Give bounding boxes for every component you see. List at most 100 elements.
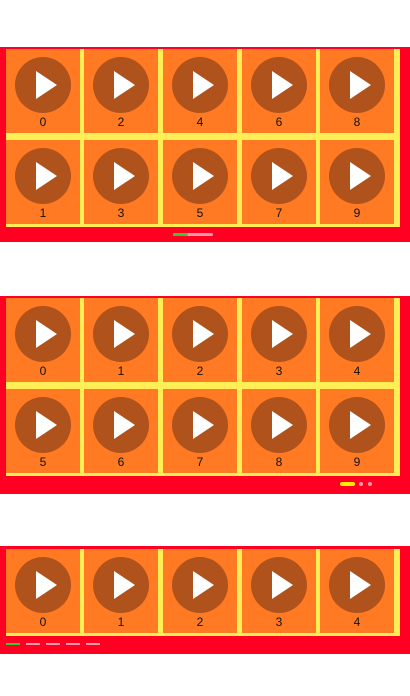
tile[interactable]: 6 [242,49,316,133]
tile[interactable]: 4 [163,49,237,133]
tile[interactable]: 1 [84,549,158,633]
carousel-1[interactable]: 0 2 4 6 8 1 3 5 7 9 [0,47,410,242]
play-icon [36,71,57,99]
tile[interactable]: 8 [242,389,316,473]
carousel-2[interactable]: 0 1 2 3 4 5 6 7 8 9 [0,296,410,494]
play-icon [272,162,293,190]
play-button[interactable] [172,397,228,453]
tile[interactable]: 9 [320,389,394,473]
carousel-3[interactable]: 0 1 2 3 4 [0,546,410,654]
tile[interactable]: 9 [320,140,394,224]
tile[interactable]: 3 [242,298,316,382]
play-icon [272,571,293,599]
tile[interactable]: 2 [84,49,158,133]
tile[interactable]: 0 [6,549,80,633]
tile-label: 0 [39,115,47,129]
play-icon [350,571,371,599]
play-icon [114,71,135,99]
page-dot[interactable] [368,482,372,486]
tile[interactable]: 7 [163,389,237,473]
tile-label: 6 [275,115,283,129]
tile-label: 0 [39,364,47,378]
tile[interactable]: 5 [163,140,237,224]
tile-label: 1 [117,364,125,378]
play-button[interactable] [15,306,71,362]
tile-label: 4 [353,615,361,629]
play-button[interactable] [93,306,149,362]
tile-label: 8 [353,115,361,129]
tile-label: 3 [275,615,283,629]
page-dot-active[interactable] [340,482,355,486]
tile[interactable]: 3 [84,140,158,224]
tile[interactable]: 1 [84,298,158,382]
tile-label: 9 [353,455,361,469]
play-icon [36,320,57,348]
carousel-2-grid: 0 1 2 3 4 5 6 7 8 9 [6,298,400,476]
tile[interactable]: 3 [242,549,316,633]
segment[interactable] [86,643,100,645]
play-icon [114,162,135,190]
play-button[interactable] [329,557,385,613]
tile[interactable]: 7 [242,140,316,224]
tile-label: 9 [353,206,361,220]
page-dot[interactable] [359,482,363,486]
tile[interactable]: 2 [163,298,237,382]
tile[interactable]: 4 [320,298,394,382]
play-button[interactable] [251,557,307,613]
play-button[interactable] [93,557,149,613]
play-icon [350,320,371,348]
segment-active[interactable] [6,643,20,645]
play-icon [272,411,293,439]
play-button[interactable] [93,397,149,453]
play-button[interactable] [251,148,307,204]
segment[interactable] [66,643,80,645]
play-button[interactable] [93,57,149,113]
segment[interactable] [26,643,40,645]
play-button[interactable] [251,306,307,362]
tile-label: 5 [196,206,204,220]
play-icon [272,71,293,99]
play-button[interactable] [329,306,385,362]
tile-label: 4 [353,364,361,378]
play-icon [114,320,135,348]
tile[interactable]: 0 [6,298,80,382]
play-icon [193,162,214,190]
tile-label: 3 [117,206,125,220]
play-icon [114,411,135,439]
play-button[interactable] [172,148,228,204]
play-button[interactable] [15,148,71,204]
tile-label: 8 [275,455,283,469]
play-button[interactable] [251,397,307,453]
play-button[interactable] [329,397,385,453]
play-button[interactable] [15,557,71,613]
carousel-3-grid: 0 1 2 3 4 [6,549,400,636]
tile[interactable]: 0 [6,49,80,133]
tile[interactable]: 2 [163,549,237,633]
scroll-progress-fill [173,233,188,236]
play-icon [36,571,57,599]
play-button[interactable] [172,306,228,362]
play-icon [350,411,371,439]
tile-label: 1 [117,615,125,629]
tile[interactable]: 8 [320,49,394,133]
play-button[interactable] [172,57,228,113]
play-button[interactable] [251,57,307,113]
play-icon [350,71,371,99]
tile-label: 3 [275,364,283,378]
tile[interactable]: 4 [320,549,394,633]
play-button[interactable] [329,57,385,113]
tile-label: 2 [196,364,204,378]
tile[interactable]: 6 [84,389,158,473]
tile[interactable]: 1 [6,140,80,224]
play-button[interactable] [329,148,385,204]
play-icon [193,320,214,348]
tile-label: 0 [39,615,47,629]
tile-label: 1 [39,206,47,220]
play-button[interactable] [15,57,71,113]
tile-label: 7 [196,455,204,469]
play-button[interactable] [172,557,228,613]
play-button[interactable] [15,397,71,453]
tile[interactable]: 5 [6,389,80,473]
play-button[interactable] [93,148,149,204]
segment[interactable] [46,643,60,645]
